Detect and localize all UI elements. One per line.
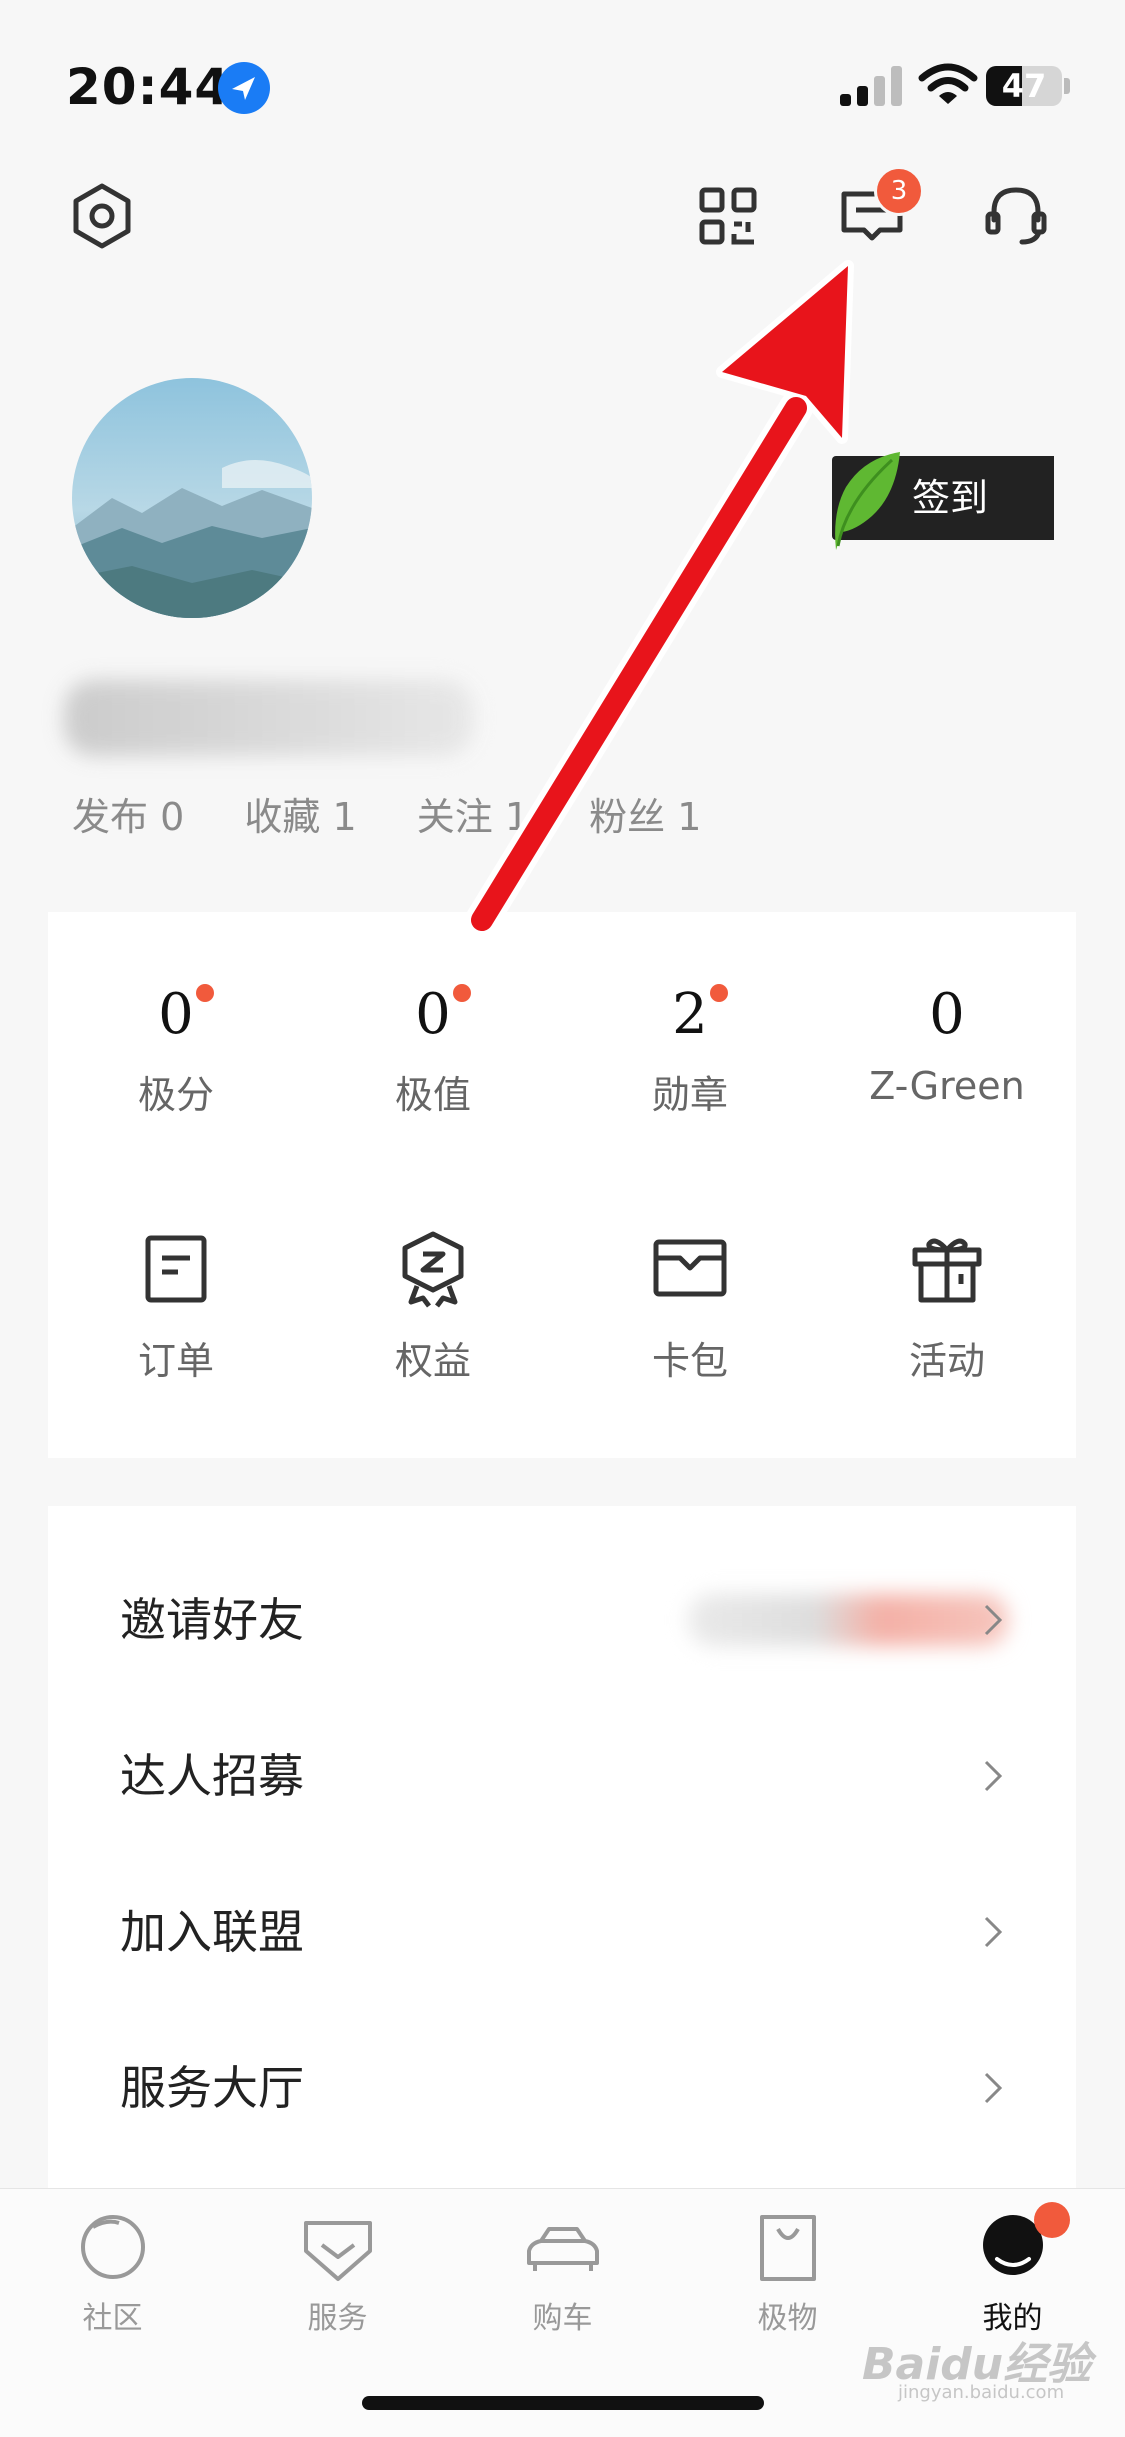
community-icon (80, 2215, 145, 2279)
status-time: 20:44 (66, 58, 231, 116)
profile-stats: 发布 0 收藏 1 关注 1 粉丝 1 (72, 786, 749, 841)
avatar[interactable] (72, 378, 312, 618)
checkin-button[interactable]: 签到 (832, 452, 1054, 550)
nav-buy-car[interactable]: 购车 (450, 2207, 675, 2337)
menu-card: 邀请好友 达人招募 加入联盟 服务大厅 (48, 1506, 1076, 2196)
quick-orders[interactable]: 订单 (48, 1228, 304, 1385)
home-indicator (362, 2396, 764, 2410)
menu-talent-recruit[interactable]: 达人招募 (48, 1698, 1076, 1854)
metric-points[interactable]: 0 极分 (48, 980, 304, 1119)
username-blurred (64, 680, 474, 756)
quick-activities[interactable]: 活动 (819, 1228, 1075, 1385)
battery-icon: 47 (986, 66, 1062, 106)
invite-info-blurred (688, 1594, 1008, 1646)
customer-service-icon[interactable] (980, 180, 1052, 252)
metric-z-green[interactable]: 0 Z-Green (819, 980, 1075, 1108)
gift-icon (912, 1238, 982, 1303)
nav-community[interactable]: 社区 (0, 2207, 225, 2337)
nav-notification-dot (1034, 2202, 1070, 2238)
red-dot (709, 984, 728, 1002)
qr-code-icon[interactable] (692, 180, 764, 252)
cellular-signal-icon (838, 64, 908, 112)
chevron-right-icon (984, 1916, 1003, 1948)
nav-service[interactable]: 服务 (225, 2207, 450, 2337)
red-dot (195, 984, 214, 1002)
chevron-right-icon (984, 1604, 1003, 1636)
benefits-badge-icon (402, 1231, 464, 1308)
order-icon (145, 1235, 207, 1303)
checkin-label: 签到 (912, 476, 989, 520)
service-icon (303, 2221, 372, 2281)
battery-percent: 47 (1001, 67, 1047, 105)
stat-followers[interactable]: 粉丝 1 (589, 795, 701, 839)
account-card: 0 极分 0 极值 2 勋章 0 Z-Green 订单 权益 卡包 活动 (48, 912, 1076, 1458)
chevron-right-icon (984, 2072, 1003, 2104)
metric-value[interactable]: 0 极值 (305, 980, 561, 1119)
stat-posts[interactable]: 发布 0 (72, 795, 184, 839)
battery-tip (1064, 78, 1070, 94)
stat-favorites[interactable]: 收藏 1 (244, 795, 356, 839)
quick-card-wallet[interactable]: 卡包 (562, 1228, 818, 1385)
stat-following[interactable]: 关注 1 (417, 795, 529, 839)
settings-icon[interactable] (66, 180, 138, 252)
card-wallet-icon (653, 1239, 727, 1297)
menu-service-hall[interactable]: 服务大厅 (48, 2010, 1076, 2166)
chevron-right-icon (984, 1760, 1003, 1792)
red-dot (452, 984, 471, 1002)
nav-shop[interactable]: 极物 (675, 2207, 900, 2337)
leaf-icon (835, 452, 900, 550)
nav-profile[interactable]: 我的 (900, 2207, 1125, 2337)
quick-benefits[interactable]: 权益 (305, 1228, 561, 1385)
message-badge: 3 (874, 166, 924, 216)
menu-join-alliance[interactable]: 加入联盟 (48, 1854, 1076, 2010)
menu-invite-friends[interactable]: 邀请好友 (48, 1542, 1076, 1698)
shopping-bag-icon (759, 2215, 816, 2281)
car-icon (526, 2227, 599, 2271)
wifi-icon (918, 62, 978, 112)
location-arrow-icon (218, 62, 270, 114)
metric-medals[interactable]: 2 勋章 (562, 980, 818, 1119)
watermark-url: jingyan.baidu.com (898, 2382, 1065, 2403)
